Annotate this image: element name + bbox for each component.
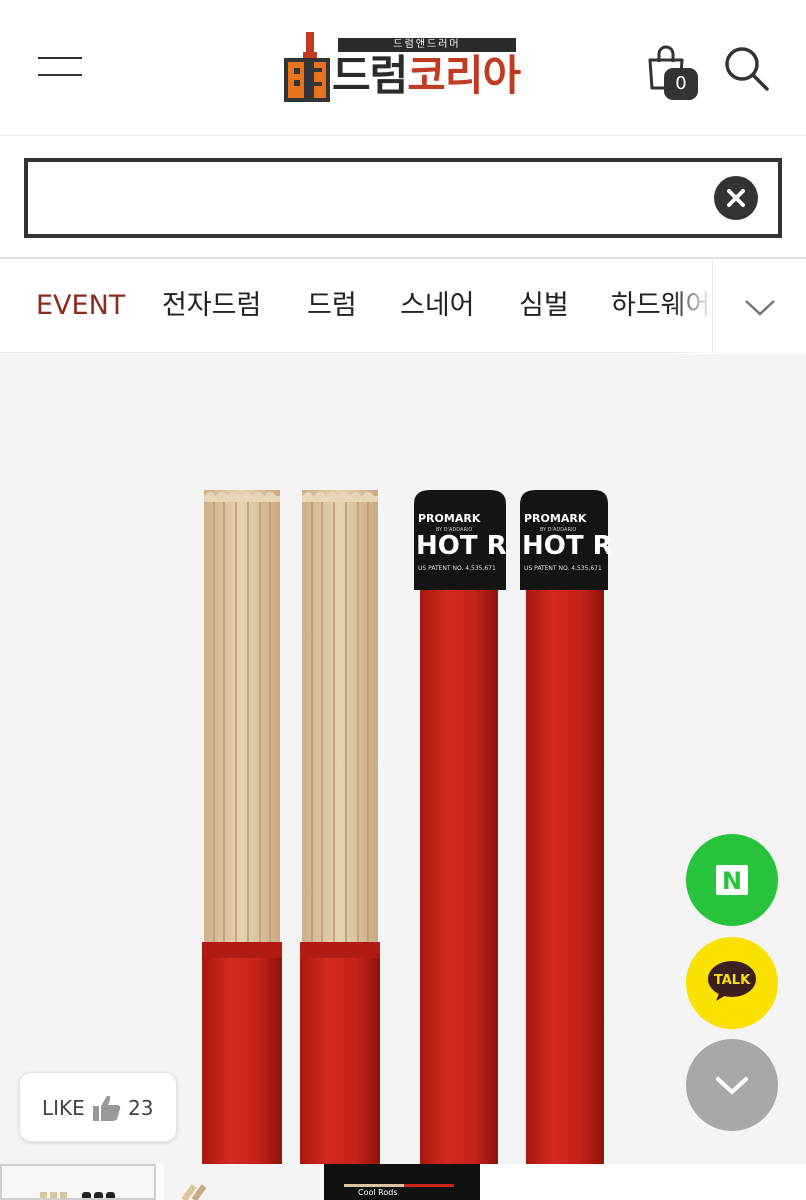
menu-line [38, 57, 82, 59]
patent-text: US PATENT NO. 4,535,671 [524, 565, 602, 572]
category-item-event[interactable]: EVENT [36, 261, 125, 353]
naver-button[interactable]: N [686, 834, 778, 926]
logo-wordmark-dark: 드럼 [332, 51, 408, 100]
like-count: 23 [128, 1096, 154, 1120]
like-button[interactable]: LIKE 23 [19, 1072, 177, 1142]
naver-icon: N [716, 865, 748, 895]
rod-1 [202, 490, 282, 1164]
logo-wordmark-accent: 코리아 [407, 51, 521, 100]
category-fade [672, 261, 712, 353]
thumbs-up-icon [93, 1095, 121, 1121]
magnifier-icon [725, 47, 769, 91]
thumbnail-1[interactable] [0, 1164, 156, 1200]
thumbnail-3[interactable]: Cool Rods [324, 1164, 480, 1200]
site-logo[interactable]: 드럼앤드러머 드럼코리아 [284, 32, 524, 104]
rod-4: PROMARK BY D'ADDARIO HOT R US PATENT NO.… [520, 490, 613, 1164]
search-button[interactable] [722, 44, 770, 92]
rod-3: PROMARK BY D'ADDARIO HOT R US PATENT NO.… [414, 490, 507, 1164]
like-label: LIKE [42, 1096, 85, 1120]
cart-button[interactable]: 0 [640, 44, 700, 104]
search-box [24, 158, 782, 238]
kakao-talk-button[interactable]: TALK [686, 937, 778, 1029]
cart-count-badge: 0 [664, 68, 698, 100]
brand-text: PROMARK [524, 512, 587, 525]
thumbnail-3-label: Cool Rods [358, 1188, 398, 1197]
category-scroll[interactable]: EVENT 전자드럼 드럼 스네어 심벌 하드웨어 [0, 261, 712, 353]
thumbnail-1-image [40, 1192, 115, 1198]
category-item-drum[interactable]: 드럼 [307, 261, 357, 353]
category-expand-button[interactable] [712, 261, 806, 353]
category-nav: EVENT 전자드럼 드럼 스네어 심벌 하드웨어 [0, 261, 806, 353]
brand-text: PROMARK [418, 512, 481, 525]
site-header: 드럼앤드러머 드럼코리아 0 [0, 0, 806, 136]
thumbnail-strip: Cool Rods [0, 1164, 806, 1200]
category-item-electronic-drum[interactable]: 전자드럼 [162, 261, 261, 353]
category-item-cymbal[interactable]: 심벌 [519, 261, 569, 353]
drum-logo-icon [284, 32, 330, 102]
thumbnail-3-image [344, 1184, 454, 1187]
menu-icon[interactable] [38, 55, 82, 79]
patent-text: US PATENT NO. 4,535,671 [418, 565, 496, 572]
chevron-down-icon [745, 300, 775, 316]
page: 드럼앤드러머 드럼코리아 0 EVENT 전자드럼 드럼 스네어 심벌 하드웨어… [0, 0, 806, 1200]
thumbnail-2-image [181, 1184, 207, 1200]
menu-line [38, 74, 82, 76]
logo-wordmark: 드럼코리아 [332, 50, 521, 102]
search-input[interactable] [44, 172, 704, 224]
model-text: HOT R [416, 531, 507, 561]
scroll-down-button[interactable] [686, 1039, 778, 1131]
search-bar-row [0, 137, 806, 259]
category-item-snare[interactable]: 스네어 [400, 261, 475, 353]
rod-2 [300, 490, 380, 1164]
naver-label: N [722, 867, 742, 895]
thumbnail-2[interactable] [164, 1164, 320, 1200]
search-clear-button[interactable] [714, 176, 758, 220]
kakao-talk-icon: TALK [708, 961, 756, 1001]
close-icon [727, 189, 745, 207]
model-text: HOT R [522, 531, 613, 561]
talk-label: TALK [714, 973, 751, 988]
chevron-down-icon [716, 1077, 748, 1094]
